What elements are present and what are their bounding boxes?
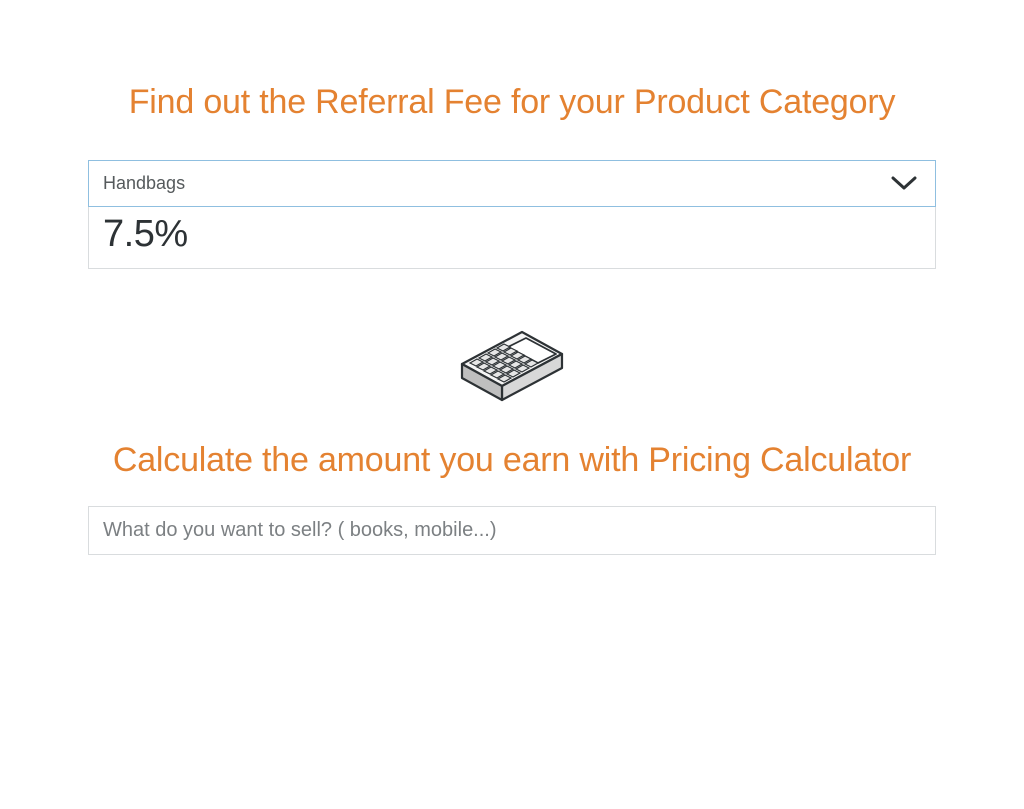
- calculator-heading: Calculate the amount you earn with Prici…: [88, 438, 936, 482]
- calculator-icon-wrap: [88, 309, 936, 424]
- product-category-selected-label: Handbags: [103, 173, 185, 194]
- calculator-icon: [447, 309, 577, 424]
- referral-fee-heading: Find out the Referral Fee for your Produ…: [88, 80, 936, 124]
- what-to-sell-input[interactable]: [103, 519, 921, 542]
- referral-fee-result: 7.5%: [88, 207, 936, 269]
- what-to-sell-input-wrap[interactable]: [88, 506, 936, 555]
- referral-fee-value: 7.5%: [103, 213, 188, 255]
- chevron-down-icon: [891, 176, 917, 192]
- product-category-select[interactable]: Handbags: [88, 160, 936, 207]
